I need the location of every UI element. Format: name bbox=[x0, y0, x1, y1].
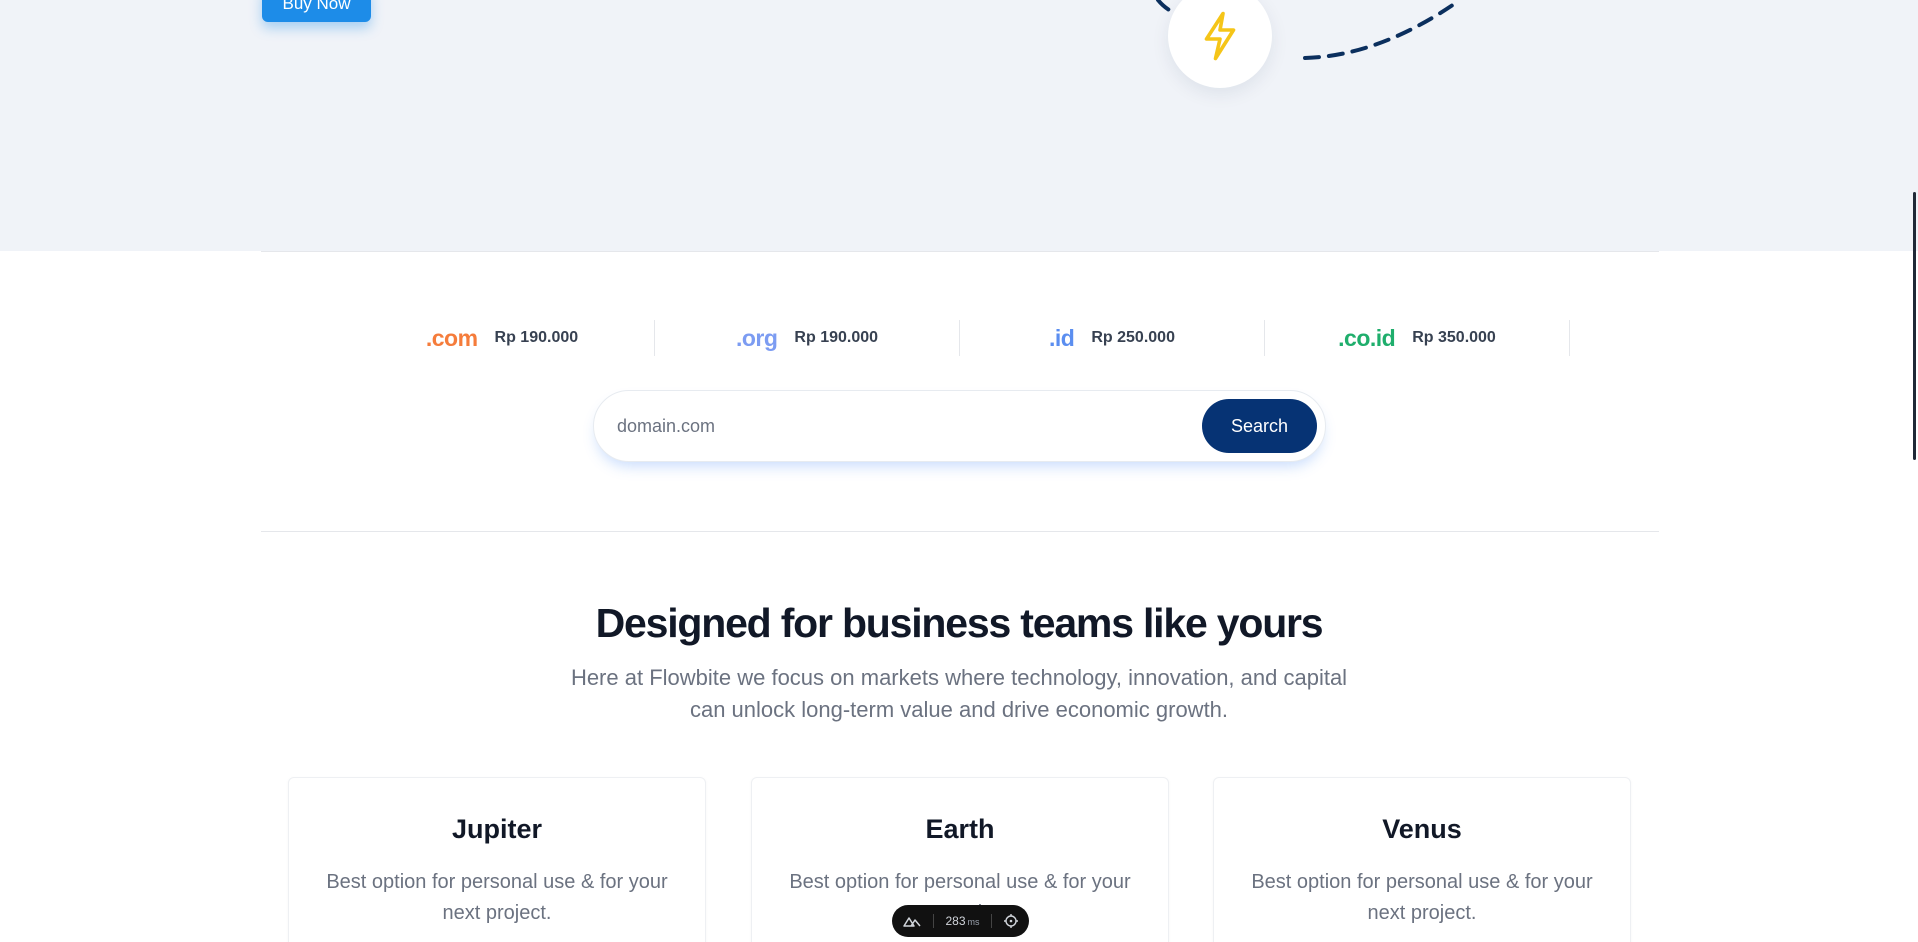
domain-search-box: Search bbox=[593, 390, 1326, 462]
nuxt-logo-icon[interactable] bbox=[902, 914, 922, 928]
domain-price-com: .com Rp 190.000 bbox=[350, 320, 655, 356]
domain-price-id: .id Rp 250.000 bbox=[960, 320, 1265, 356]
search-button[interactable]: Search bbox=[1202, 399, 1317, 453]
plan-description: Best option for personal use & for your … bbox=[326, 871, 668, 924]
tld-name: .id bbox=[1049, 324, 1075, 351]
plan-card-venus: Venus Best option for personal use & for… bbox=[1213, 777, 1631, 942]
toolbar-separator bbox=[933, 914, 935, 928]
tld-name: .org bbox=[735, 324, 778, 351]
section-divider bbox=[261, 531, 1659, 532]
tld-price: Rp 350.000 bbox=[1412, 329, 1496, 346]
tld-price: Rp 190.000 bbox=[494, 329, 579, 346]
lightning-bolt-icon bbox=[1204, 11, 1236, 61]
tld-name: .co.id bbox=[1338, 324, 1396, 351]
section-title: Designed for business teams like yours bbox=[595, 600, 1324, 646]
tld-name: .com bbox=[425, 324, 478, 351]
domain-price-org: .org Rp 190.000 bbox=[655, 320, 960, 356]
domain-price-list: .com Rp 190.000 .org Rp 190.000 .id Rp 2… bbox=[350, 320, 1570, 356]
section-divider bbox=[261, 251, 1659, 252]
timing-unit: ms bbox=[967, 917, 980, 927]
page-scrollbar[interactable] bbox=[1913, 192, 1916, 460]
section-subtitle: Here at Flowbite we focus on markets whe… bbox=[570, 665, 1348, 722]
toolbar-separator bbox=[990, 914, 992, 928]
hero-section: Buy Now bbox=[0, 0, 1918, 251]
render-timing: 283 ms bbox=[945, 914, 979, 928]
domain-search-input[interactable] bbox=[617, 415, 1197, 437]
tld-price: Rp 190.000 bbox=[794, 329, 879, 346]
timing-value: 283 bbox=[945, 914, 966, 928]
crosshair-icon[interactable] bbox=[1003, 913, 1019, 929]
plan-name: Earth bbox=[925, 814, 995, 844]
plan-name: Venus bbox=[1382, 814, 1462, 844]
plan-name: Jupiter bbox=[451, 814, 543, 844]
buy-now-button[interactable]: Buy Now bbox=[262, 0, 371, 22]
dev-toolbar[interactable]: 283 ms bbox=[892, 905, 1029, 937]
plan-description: Best option for personal use & for your … bbox=[1251, 871, 1593, 924]
plan-card-jupiter: Jupiter Best option for personal use & f… bbox=[288, 777, 706, 942]
tld-price: Rp 250.000 bbox=[1091, 329, 1175, 346]
domain-price-co-id: .co.id Rp 350.000 bbox=[1265, 320, 1570, 356]
